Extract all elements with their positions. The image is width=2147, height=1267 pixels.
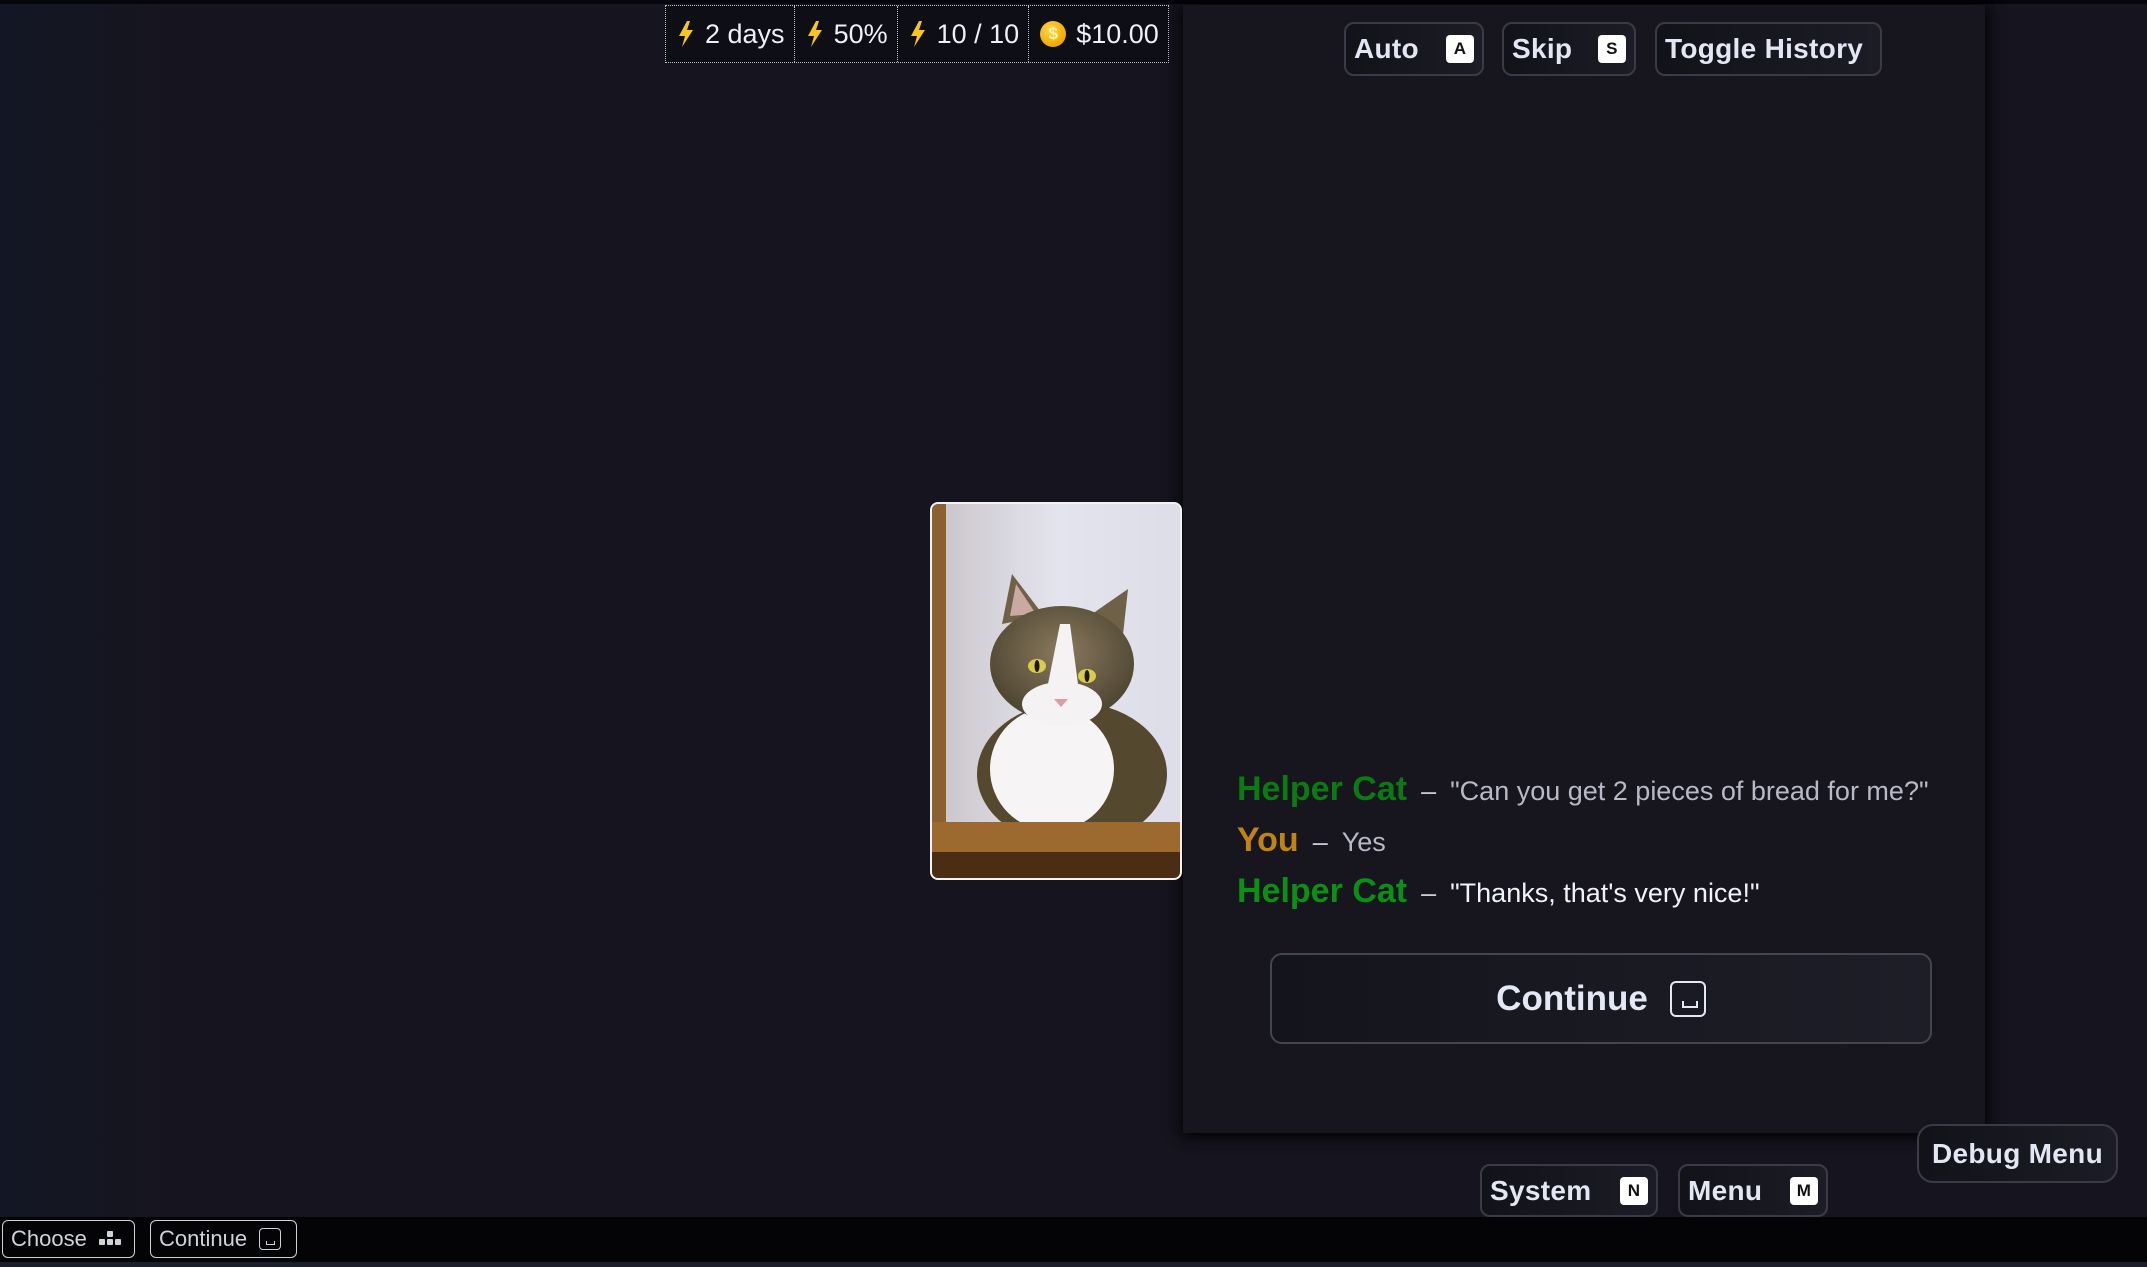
stat-days-value: 2 days xyxy=(705,18,785,49)
dialogue-line: Helper Cat – "Can you get 2 pieces of br… xyxy=(1237,770,1937,821)
stat-energy-value: 10 / 10 xyxy=(936,18,1020,49)
system-label: System xyxy=(1490,1174,1592,1206)
stat-energy: 10 / 10 xyxy=(898,6,1030,62)
menu-label: Menu xyxy=(1688,1174,1763,1206)
dialogue-text: Yes xyxy=(1341,827,1386,857)
speaker-name: Helper Cat xyxy=(1237,770,1408,808)
cat-image xyxy=(932,504,1180,878)
character-portrait xyxy=(930,502,1182,880)
skip-label: Skip xyxy=(1512,33,1573,64)
separator: – xyxy=(1312,827,1328,857)
bottom-hint-bar: Choose Continue xyxy=(0,1217,2147,1262)
lightning-bolt-icon xyxy=(679,21,693,47)
key-n-badge: N xyxy=(1620,1176,1648,1205)
auto-label: Auto xyxy=(1354,33,1419,64)
dialogue-text: "Can you get 2 pieces of bread for me?" xyxy=(1450,776,1929,806)
dialogue-history: Helper Cat – "Can you get 2 pieces of br… xyxy=(1237,770,1937,923)
speaker-name: Helper Cat xyxy=(1237,872,1408,910)
coin-icon: $ xyxy=(1040,21,1067,47)
key-m-badge: M xyxy=(1790,1176,1818,1205)
stat-percent: 50% xyxy=(795,6,898,62)
separator: – xyxy=(1421,776,1437,806)
choose-label: Choose xyxy=(11,1226,87,1251)
dialogue-line-current: Helper Cat – "Thanks, that's very nice!" xyxy=(1237,872,1937,923)
speaker-name: You xyxy=(1237,821,1299,859)
auto-button[interactable]: Auto A xyxy=(1344,22,1484,76)
stats-bar: 2 days 50% 10 / 10 $ $10.00 xyxy=(665,5,1169,63)
stat-days: 2 days xyxy=(666,6,795,62)
menu-button[interactable]: Menu M xyxy=(1678,1164,1828,1217)
continue-button[interactable]: Continue xyxy=(1270,953,1932,1044)
key-a-badge: A xyxy=(1446,35,1474,63)
toggle-history-button[interactable]: Toggle History xyxy=(1655,22,1882,76)
space-key-icon xyxy=(259,1228,282,1250)
continue-label: Continue xyxy=(1496,978,1648,1018)
toggle-history-label: Toggle History xyxy=(1665,33,1864,64)
lightning-bolt-icon xyxy=(807,21,822,47)
separator: – xyxy=(1421,878,1437,908)
screen-bottom-edge xyxy=(0,1262,2147,1267)
key-s-badge: S xyxy=(1598,35,1626,63)
choose-hint-button[interactable]: Choose xyxy=(2,1220,135,1258)
continue-hint-button[interactable]: Continue xyxy=(150,1220,297,1258)
debug-menu-button[interactable]: Debug Menu xyxy=(1917,1124,2118,1183)
dialogue-line: You – Yes xyxy=(1237,821,1937,872)
skip-button[interactable]: Skip S xyxy=(1502,22,1636,76)
space-key-icon xyxy=(1669,980,1706,1017)
debug-menu-label: Debug Menu xyxy=(1932,1137,2103,1169)
dialogue-text: "Thanks, that's very nice!" xyxy=(1450,878,1760,908)
stat-money-value: $10.00 xyxy=(1076,18,1159,49)
system-button[interactable]: System N xyxy=(1480,1164,1658,1217)
choices-icon xyxy=(98,1231,121,1247)
lightning-bolt-icon xyxy=(910,21,925,47)
stat-money: $ $10.00 xyxy=(1029,6,1168,62)
stat-percent-value: 50% xyxy=(833,18,888,49)
continue-hint-label: Continue xyxy=(159,1226,248,1251)
